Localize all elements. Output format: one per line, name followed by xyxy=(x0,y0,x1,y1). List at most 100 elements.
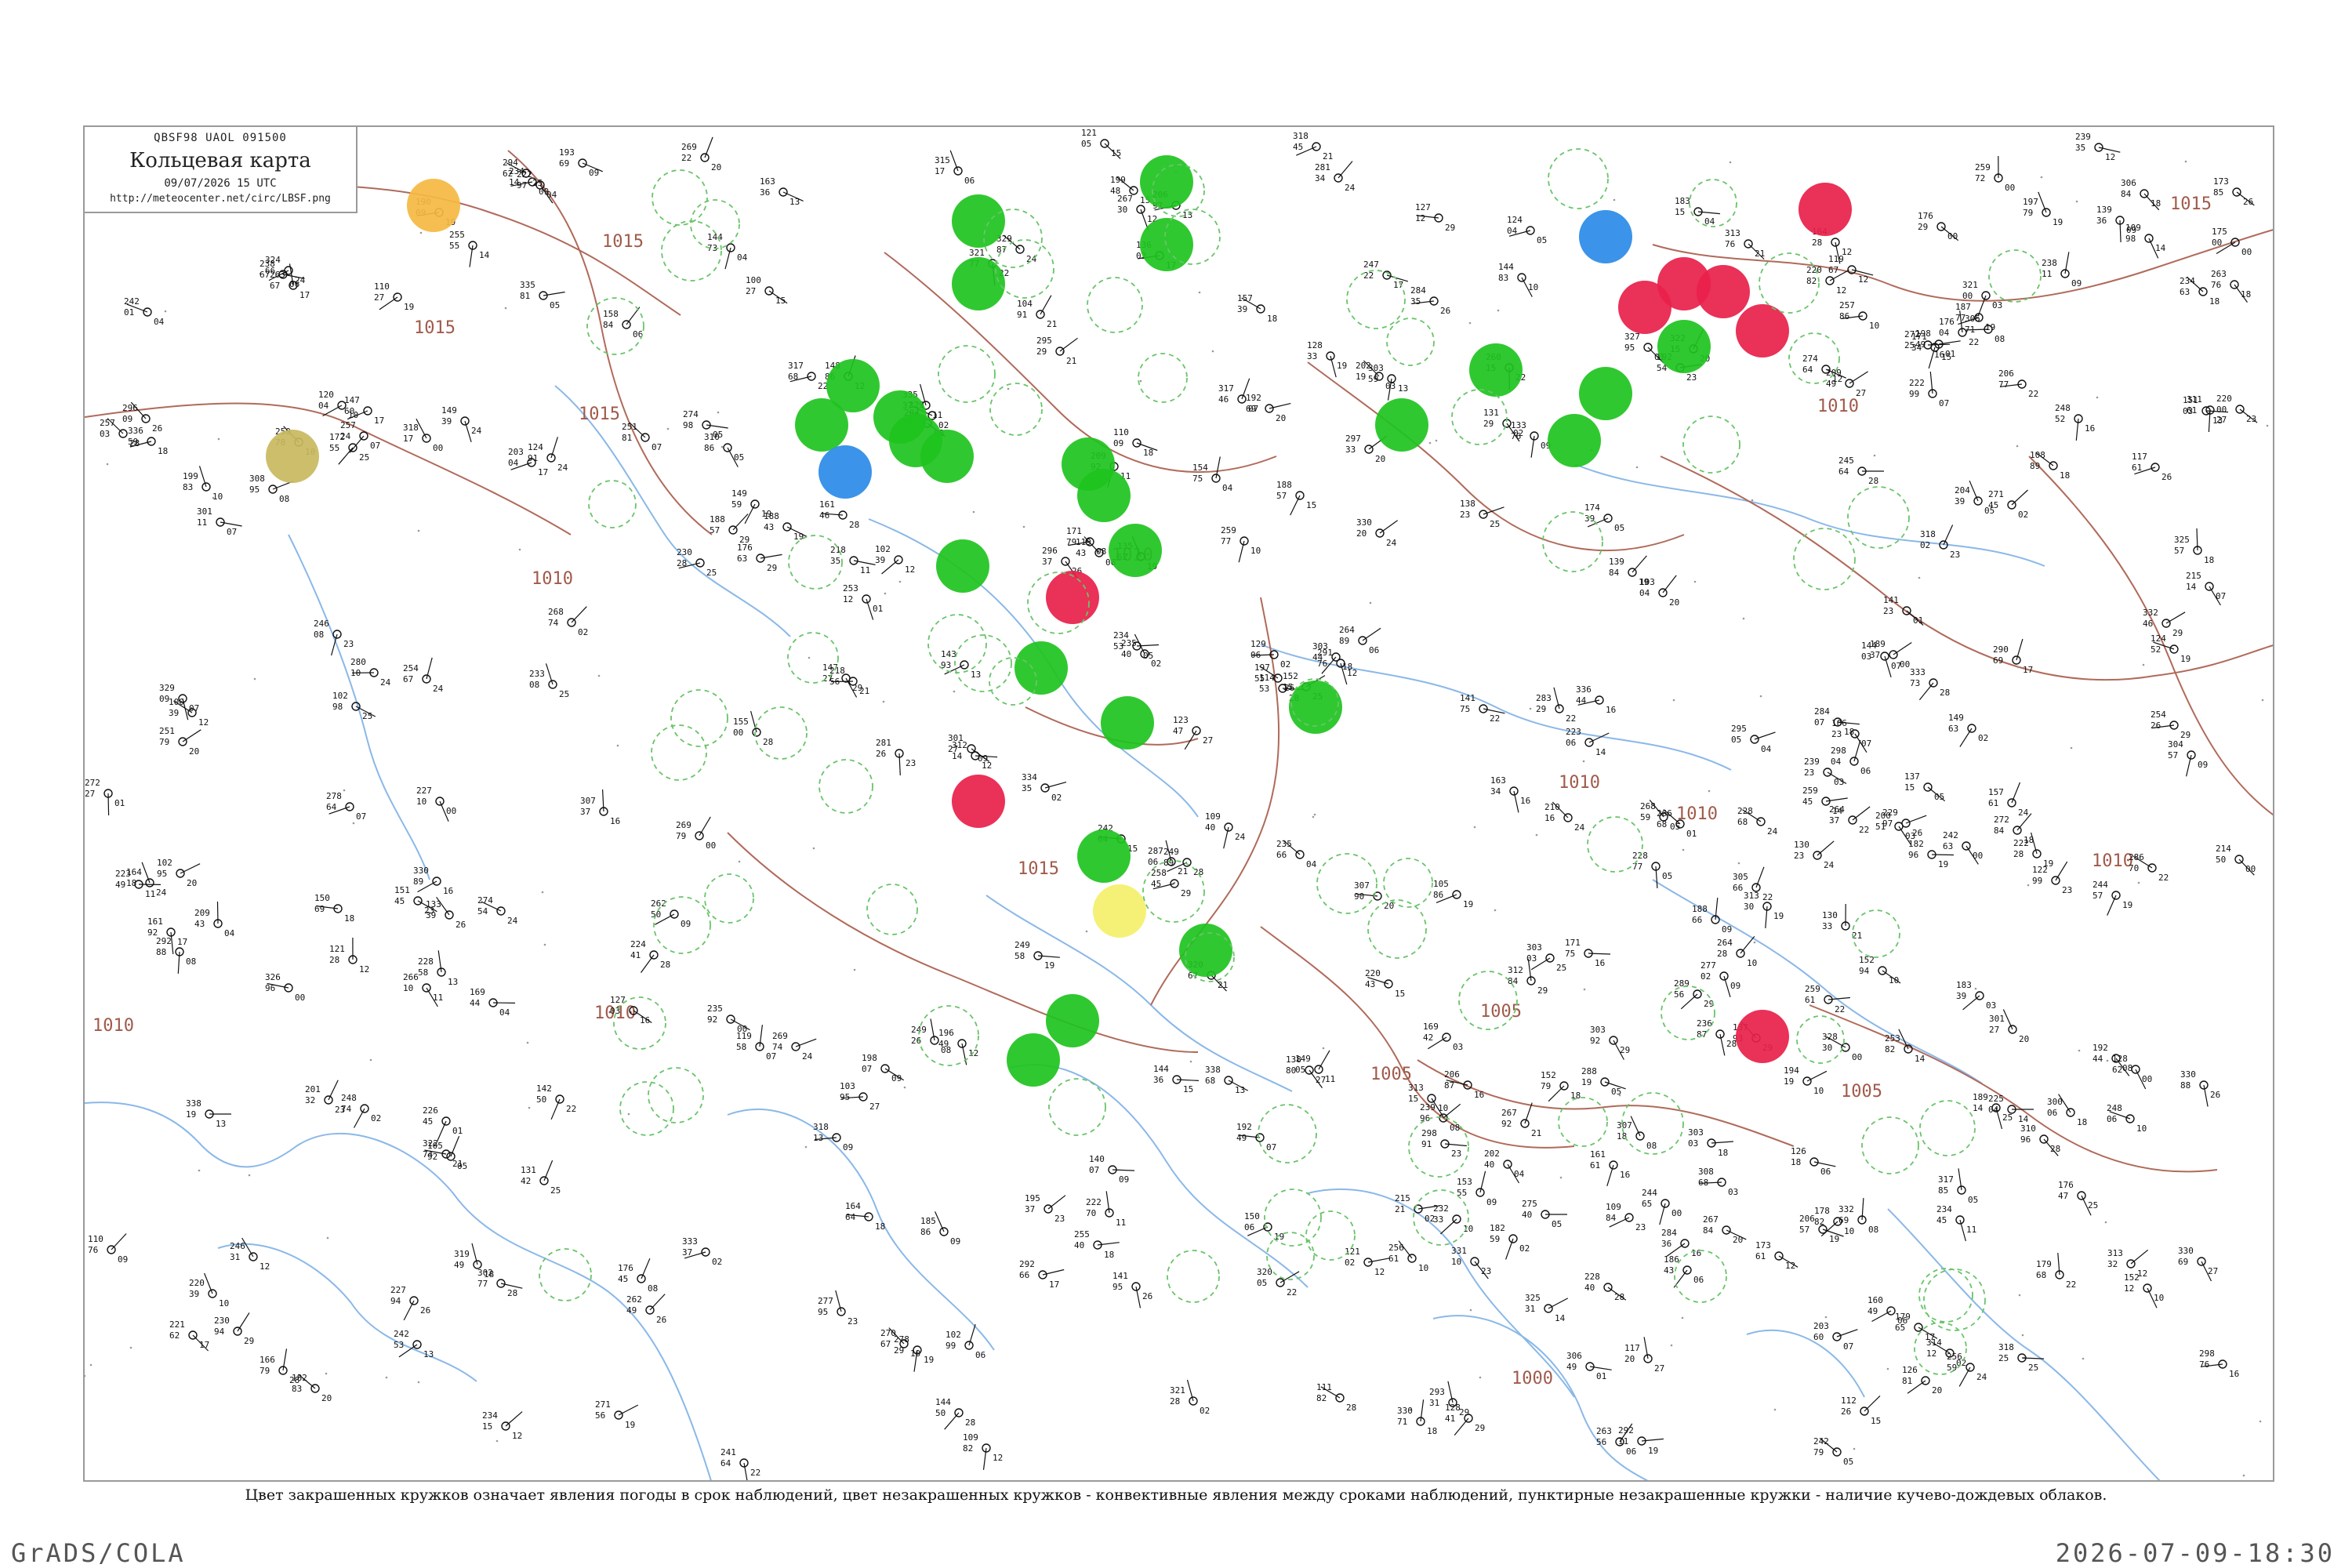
station-value: 305 xyxy=(1733,872,1748,882)
station-value: 31 xyxy=(1429,1398,1439,1408)
isobar-value: 1015 xyxy=(414,318,456,338)
station-value: 42 xyxy=(1423,1033,1433,1043)
wind-barb xyxy=(543,1160,554,1181)
station-value: 28 xyxy=(1940,688,1950,698)
station-value: 40 xyxy=(1074,1240,1084,1250)
station-value: 12 xyxy=(1415,213,1425,223)
station-value: 142 xyxy=(536,1083,552,1094)
station-value: 29 xyxy=(852,683,862,693)
station-value: 317 xyxy=(788,361,804,371)
station-value: 29 xyxy=(1537,985,1548,996)
station-value: 234 xyxy=(482,1410,498,1421)
station-value: 22 xyxy=(750,1468,760,1478)
border-dot xyxy=(543,943,546,946)
wind-barb xyxy=(2130,1249,2149,1265)
border-dot xyxy=(106,463,109,466)
station-value: 122 xyxy=(2032,865,2048,875)
station-value: 03 xyxy=(1453,1042,1463,1052)
station-value: 35 xyxy=(2075,143,2085,153)
station-value: 87 xyxy=(996,245,1007,255)
station-value: 331 xyxy=(1451,1246,1467,1256)
station-value: 85 xyxy=(2213,187,2223,198)
station-value: 43 xyxy=(1664,1265,1674,1276)
station-value: 81 xyxy=(520,291,530,301)
station-value: 11 xyxy=(2042,269,2052,279)
weather-circle xyxy=(1014,641,1068,695)
wind-barb xyxy=(2165,612,2186,624)
station-value: 141 xyxy=(1883,595,1899,605)
station-value: 330 xyxy=(413,866,429,876)
border-dot xyxy=(720,445,724,448)
station-value: 218 xyxy=(830,545,846,555)
station-value: 49 xyxy=(115,880,125,890)
station-value: 172 xyxy=(329,432,345,442)
station-value: 59 xyxy=(1640,812,1650,822)
station-value: 311 xyxy=(2187,394,2202,405)
coastline xyxy=(288,534,430,880)
station-value: 195 xyxy=(1025,1193,1040,1203)
station-value: 53 xyxy=(1259,684,1269,694)
station-value: 121 xyxy=(1345,1247,1360,1257)
station-value: 186 xyxy=(1664,1254,1679,1265)
station-value: 220 xyxy=(2216,394,2232,404)
station-value: 23 xyxy=(1054,1214,1065,1224)
border-dot xyxy=(419,231,423,234)
weather-circle xyxy=(1736,1010,1789,1063)
station-value: 24 xyxy=(557,463,568,473)
wind-barb xyxy=(571,606,587,623)
station-value: 43 xyxy=(194,919,205,929)
station-value: 215 xyxy=(2186,571,2201,581)
station-value: 10 xyxy=(403,983,413,993)
station-value: 33 xyxy=(1345,445,1356,455)
border-dot xyxy=(1539,1379,1542,1382)
station-value: 26 xyxy=(876,749,886,759)
station-value: 14 xyxy=(952,751,963,761)
station-value: 321 xyxy=(1962,280,1978,290)
station-value: 129 xyxy=(1250,639,1266,649)
station-value: 82 xyxy=(1814,1217,1824,1227)
grads-credit: GrADS/COLA xyxy=(11,1538,186,1568)
station-value: 24 xyxy=(433,684,444,694)
station-value: 10 xyxy=(350,668,361,678)
station-value: 42 xyxy=(521,1176,531,1186)
source-url[interactable]: http://meteocenter.net/circ/LBSF.png xyxy=(85,193,356,205)
station-value: 227 xyxy=(390,1285,406,1295)
station-value: 73 xyxy=(1910,678,1920,688)
station-value: 332 xyxy=(1838,1204,1854,1214)
station-value: 14 xyxy=(1595,747,1606,757)
station-value: 253 xyxy=(1885,1033,1900,1044)
station-value: 119 xyxy=(1828,254,1844,264)
station-value: 31 xyxy=(230,1252,240,1262)
station-value: 317 xyxy=(1218,383,1234,394)
station-value: 13 xyxy=(448,977,458,987)
observation-time: 09/07/2026 15 UTC xyxy=(164,177,277,190)
station-value: 12 xyxy=(905,564,915,575)
station-value: 293 xyxy=(1429,1387,1445,1397)
station-value: 76 xyxy=(2199,1359,2209,1370)
station-value: 238 xyxy=(2042,258,2057,268)
station-value: 23 xyxy=(1804,768,1814,778)
station-value: 45 xyxy=(1802,797,1813,807)
station-value: 23 xyxy=(343,639,354,649)
station-value: 301 xyxy=(197,506,212,517)
border-dot xyxy=(2016,666,2020,669)
station-value: 45 xyxy=(1151,879,1161,889)
station-value: 08 xyxy=(1450,1123,1460,1133)
station-value: 94 xyxy=(1859,966,1870,976)
border-dot xyxy=(325,1372,328,1375)
station-value: 27 xyxy=(374,292,384,303)
station-value: 17 xyxy=(177,937,187,947)
station-value: 313 xyxy=(1744,891,1759,901)
station-value: 248 xyxy=(2107,1103,2122,1113)
station-value: 69 xyxy=(1246,404,1256,414)
station-value: 161 xyxy=(819,499,835,510)
station-value: 140 xyxy=(1089,1154,1105,1164)
station-value: 89 xyxy=(1339,636,1349,646)
wind-barb xyxy=(182,729,201,742)
station-value: 24 xyxy=(1386,538,1397,548)
station-value: 272 xyxy=(85,778,100,788)
station-value: 28 xyxy=(660,960,670,970)
cb-ring xyxy=(954,634,1012,692)
station-value: 44 xyxy=(2092,1054,2103,1064)
station-value: 06 xyxy=(2047,1108,2057,1118)
